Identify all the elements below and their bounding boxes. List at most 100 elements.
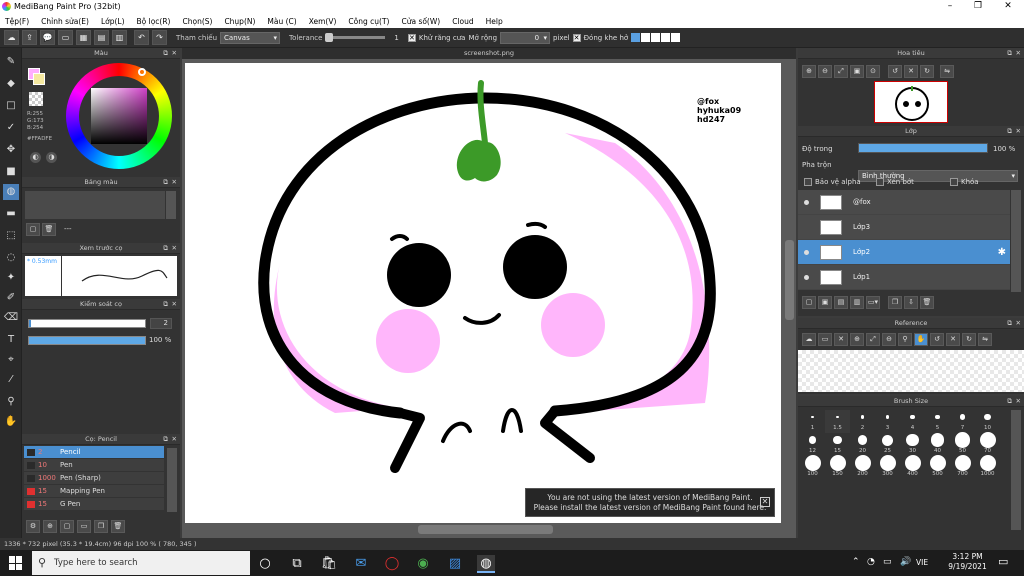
color-history-icon[interactable]: ◑ (46, 152, 57, 163)
move-tool-icon[interactable]: ✥ (3, 142, 19, 158)
popout-icon[interactable]: ⧉ (163, 177, 168, 188)
layer-opacity-slider[interactable] (858, 143, 988, 153)
open-reference-icon[interactable]: ▭ (818, 333, 832, 346)
clipping-checkbox[interactable] (876, 178, 884, 186)
visibility-icon[interactable] (804, 200, 809, 205)
color-mode-icon[interactable]: ◐ (30, 152, 41, 163)
layer-row-lop1[interactable]: Lớp1 (798, 265, 1010, 290)
gradient-tool-icon[interactable]: ▬ (3, 206, 19, 222)
canvas-tab[interactable]: screenshot.png (182, 48, 796, 59)
panel-close-icon[interactable]: ✕ (172, 243, 177, 254)
popout-icon[interactable]: ⧉ (163, 48, 168, 59)
panel-close-icon[interactable]: ✕ (172, 48, 177, 59)
visibility-icon[interactable] (804, 250, 809, 255)
menu-filter[interactable]: Bộ lọc(R) (137, 17, 171, 26)
popout-icon[interactable]: ⧉ (1007, 126, 1012, 137)
reset-rotation-icon[interactable]: ✕ (946, 333, 960, 346)
brush-size-option[interactable]: 1000 (975, 455, 1000, 479)
popout-icon[interactable]: ⧉ (1007, 48, 1012, 59)
windows-start-icon[interactable] (9, 556, 23, 570)
secondary-color-swatch[interactable] (33, 73, 45, 85)
dot-tool-icon[interactable]: □ (3, 98, 19, 114)
message-icon[interactable]: ▭ (58, 30, 73, 45)
magic-wand-icon[interactable]: ✦ (3, 270, 19, 286)
popout-icon[interactable]: ⧉ (163, 434, 168, 445)
new-brush-icon[interactable]: ▢ (60, 520, 74, 533)
menu-color[interactable]: Màu (C) (267, 17, 296, 26)
shape-tool-icon[interactable]: ■ (3, 164, 19, 180)
eraser-tool-icon[interactable]: ◆ (3, 76, 19, 92)
comment-icon[interactable]: 💬 (40, 30, 55, 45)
navigator-thumbnail[interactable] (874, 81, 948, 123)
select-tool-icon[interactable]: ⬚ (3, 228, 19, 244)
menu-cloud[interactable]: Cloud (452, 17, 473, 26)
zoom-in-icon[interactable]: ⊕ (850, 333, 864, 346)
brush-size-option[interactable]: 30 (900, 433, 925, 456)
brush-opacity-slider[interactable] (28, 336, 146, 345)
actual-size-icon[interactable]: ▣ (850, 65, 864, 78)
zoom-out-icon[interactable]: ⊖ (818, 65, 832, 78)
clipping-option[interactable]: Xén bớt (876, 178, 914, 186)
brush-item-g-pen[interactable]: 15 G Pen (24, 498, 164, 511)
hue-picker-handle[interactable] (138, 68, 146, 76)
notification-center-icon[interactable]: ▭ (998, 555, 1008, 568)
layer-folder-icon[interactable]: ▭▾ (866, 296, 880, 309)
new-8bit-layer-icon[interactable]: ▤ (834, 296, 848, 309)
eyedropper-icon[interactable]: ⚲ (3, 394, 19, 410)
brush-size-option[interactable]: 15 (825, 433, 850, 456)
language-indicator[interactable]: VIE (916, 558, 928, 567)
layer-list-scrollbar[interactable] (1011, 190, 1021, 292)
brush-size-option[interactable]: 50 (950, 432, 975, 456)
fit-icon[interactable]: ⤢ (834, 65, 848, 78)
rotate-left-icon[interactable]: ↺ (888, 65, 902, 78)
film-icon[interactable]: ▦ (76, 30, 91, 45)
delete-brush-icon[interactable]: 🗑 (111, 520, 125, 533)
visibility-icon[interactable] (804, 275, 809, 280)
select-eraser-icon[interactable]: ⌫ (3, 310, 19, 326)
chrome-icon[interactable]: ◉ (414, 555, 432, 573)
new-1bit-layer-icon[interactable]: ▥ (850, 296, 864, 309)
duplicate-layer-icon[interactable]: ❐ (888, 296, 902, 309)
brush-size-option[interactable]: 1 (800, 410, 825, 433)
notification-close-icon[interactable]: ✕ (760, 497, 770, 507)
divide-tool-icon[interactable]: ⁄ (3, 372, 19, 388)
hand-icon[interactable]: ✋ (914, 333, 928, 346)
pen-tool-icon[interactable]: ✓ (3, 120, 19, 136)
brush-size-option[interactable]: 20 (850, 433, 875, 456)
volume-icon[interactable]: 🔊 (900, 557, 911, 567)
menu-tools[interactable]: Công cụ(T) (348, 17, 389, 26)
lock-option[interactable]: Khóa (950, 178, 979, 186)
flip-icon[interactable]: ⇋ (978, 333, 992, 346)
protect-alpha-option[interactable]: Bảo vệ alpha (804, 178, 861, 186)
lasso-tool-icon[interactable]: ◌ (3, 250, 19, 266)
brush-size-option[interactable]: 40 (925, 433, 950, 456)
horizontal-scrollbar[interactable] (418, 525, 553, 534)
popout-icon[interactable]: ⧉ (163, 299, 168, 310)
delete-layer-icon[interactable]: 🗑 (920, 296, 934, 309)
brush-list-scrollbar[interactable] (167, 448, 177, 512)
tolerance-slider-handle[interactable] (325, 33, 334, 42)
brush-item-pen-sharp[interactable]: 1000 Pen (Sharp) (24, 472, 164, 485)
clock[interactable]: 3:12 PM 9/19/2021 (945, 552, 990, 572)
reference-select[interactable]: Canvas (220, 31, 281, 44)
menu-layer[interactable]: Lớp(L) (101, 17, 125, 26)
brush-size-input[interactable]: 2 (150, 318, 172, 329)
merge-layer-icon[interactable]: ⇩ (904, 296, 918, 309)
brush-size-option[interactable]: 150 (825, 455, 850, 479)
panel-close-icon[interactable]: ✕ (172, 177, 177, 188)
operation-tool-icon[interactable]: ⌖ (3, 352, 19, 368)
maximize-button[interactable]: ❐ (968, 1, 988, 13)
tolerance-slider[interactable] (325, 33, 386, 42)
brush-settings-icon[interactable]: ⚙ (26, 520, 40, 533)
brush-size-option[interactable]: 1.5 (825, 410, 850, 433)
panel-close-icon[interactable]: ✕ (1016, 126, 1021, 137)
panel-close-icon[interactable]: ✕ (1016, 396, 1021, 407)
brush-size-option[interactable]: 300 (875, 455, 900, 479)
brush-size-scrollbar[interactable] (1011, 410, 1021, 530)
brush-size-option[interactable]: 7 (950, 410, 975, 433)
close-gap-checkbox[interactable]: ✕ (572, 33, 581, 42)
eyedropper-icon[interactable]: ⚲ (898, 333, 912, 346)
bucket-tool-icon[interactable]: ◍ (3, 184, 19, 200)
store-icon[interactable]: 🛍 (320, 555, 338, 573)
reference-view[interactable] (798, 350, 1024, 392)
